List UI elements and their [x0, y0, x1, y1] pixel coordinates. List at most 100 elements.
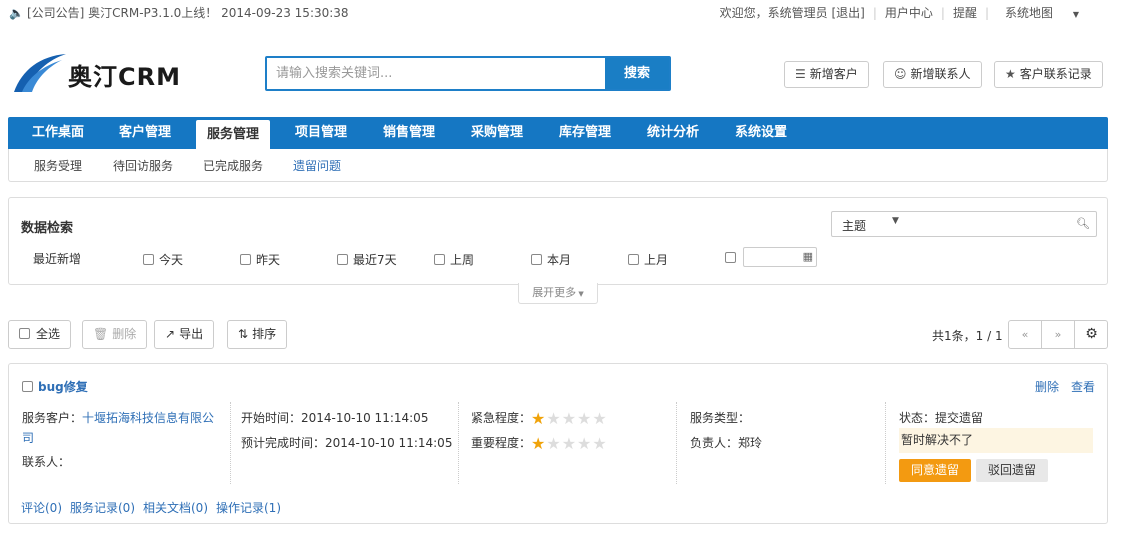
- nav-item-workbench[interactable]: 工作桌面: [21, 117, 95, 149]
- nav-item-customers[interactable]: 客户管理: [108, 117, 182, 149]
- delete-button[interactable]: 🗑︎ 删除: [82, 320, 148, 349]
- pagination-info: 共1条，1 / 1: [932, 329, 1003, 343]
- checkbox[interactable]: [434, 254, 445, 265]
- search-button[interactable]: 搜索: [605, 58, 669, 89]
- customer-link[interactable]: 十堰拓海科技信息有限公: [82, 411, 214, 425]
- filter-option-custom-date[interactable]: [725, 251, 741, 265]
- main-nav: 工作桌面 客户管理 服务管理 项目管理 销售管理 采购管理 库存管理 统计分析 …: [8, 117, 1108, 149]
- sort-label: 排序: [252, 327, 277, 341]
- star-empty-icon: ★: [561, 434, 577, 453]
- record-title-text[interactable]: bug修复: [38, 380, 88, 394]
- subnav-item-completed[interactable]: 已完成服务: [203, 157, 263, 174]
- prev-page-button[interactable]: «: [1009, 321, 1042, 348]
- service-type-field: 服务类型：: [690, 411, 751, 425]
- divider: [458, 402, 459, 484]
- documents-link[interactable]: 相关文档(0): [143, 501, 208, 515]
- checkbox[interactable]: [628, 254, 639, 265]
- subnav-item-pending-visit[interactable]: 待回访服务: [113, 157, 173, 174]
- calendar-icon[interactable]: ▦: [803, 250, 813, 263]
- star-empty-icon: ★: [592, 409, 607, 428]
- nav-item-projects[interactable]: 项目管理: [284, 117, 358, 149]
- trash-icon: 🗑︎: [93, 327, 109, 341]
- nav-item-service[interactable]: 服务管理: [196, 120, 271, 149]
- date-input[interactable]: ▦: [743, 247, 817, 267]
- search-input[interactable]: 请输入搜索关键词...: [267, 58, 605, 89]
- comments-link[interactable]: 评论(0): [21, 501, 62, 515]
- checkbox[interactable]: [22, 381, 33, 392]
- filter-option-last-week[interactable]: 上周: [434, 251, 474, 268]
- sitemap-label: 系统地图: [1005, 6, 1054, 20]
- sub-nav: 服务受理 待回访服务 已完成服务 遗留问题: [8, 149, 1108, 182]
- customer-label: 服务客户：: [22, 411, 83, 425]
- sort-icon: ⇅: [238, 327, 249, 341]
- expand-label: 展开更多: [532, 286, 577, 299]
- next-page-button[interactable]: »: [1042, 321, 1075, 348]
- importance-stars: ★★★★★: [531, 434, 608, 453]
- subnav-item-intake[interactable]: 服务受理: [34, 157, 82, 174]
- select-all-button[interactable]: 全选: [8, 320, 72, 349]
- star-icon: ★: [1005, 67, 1016, 81]
- option-label: 上周: [450, 253, 475, 267]
- customer-link-cont[interactable]: 司: [22, 431, 34, 445]
- field-select-value[interactable]: 主题: [842, 217, 866, 234]
- importance-label: 重要程度：: [471, 436, 532, 450]
- nav-item-purchasing[interactable]: 采购管理: [460, 117, 534, 149]
- reject-button[interactable]: 驳回遗留: [976, 459, 1048, 482]
- export-button[interactable]: ↗ 导出: [154, 320, 215, 349]
- record-delete-link[interactable]: 删除: [1035, 380, 1059, 394]
- sort-button[interactable]: ⇅ 排序: [227, 320, 288, 349]
- add-customer-label: 新增客户: [809, 67, 858, 81]
- reminder-link[interactable]: 提醒: [945, 6, 985, 20]
- star-filled-icon: ★: [531, 434, 546, 453]
- contact-log-button[interactable]: ★ 客户联系记录: [994, 61, 1103, 88]
- contact-field: 联系人：: [22, 455, 71, 469]
- nav-item-statistics[interactable]: 统计分析: [636, 117, 710, 149]
- add-customer-button[interactable]: ☰ 新增客户: [784, 61, 869, 88]
- checkbox[interactable]: [143, 254, 154, 265]
- start-time: 开始时间：2014-10-10 11:14:05: [241, 411, 429, 425]
- record-view-link[interactable]: 查看: [1071, 380, 1095, 394]
- star-empty-icon: ★: [577, 434, 592, 453]
- announcement-text[interactable]: [公司公告] 奥汀CRM-P3.1.0上线！ 2014-09-23 15:30:…: [27, 6, 349, 20]
- logo[interactable]: 奥汀CRM: [12, 52, 182, 94]
- filter-option-this-month[interactable]: 本月: [531, 251, 571, 268]
- top-bar: 🔈 [公司公告] 奥汀CRM-P3.1.0上线！ 2014-09-23 15:30…: [0, 0, 1125, 24]
- checkbox[interactable]: [19, 328, 30, 339]
- option-label: 最近7天: [353, 253, 397, 267]
- service-records-link[interactable]: 服务记录(0): [70, 501, 135, 515]
- filter-option-last7days[interactable]: 最近7天: [337, 251, 397, 268]
- checkbox[interactable]: [725, 252, 736, 263]
- sitemap-link[interactable]: 系统地图 ▼: [989, 6, 1095, 20]
- add-contact-button[interactable]: ☺ 新增联系人: [883, 61, 982, 88]
- caret-down-icon[interactable]: ▼: [892, 216, 899, 226]
- record-title[interactable]: bug修复: [22, 378, 88, 395]
- operation-log-link[interactable]: 操作记录(1): [216, 501, 281, 515]
- filter-option-yesterday[interactable]: 昨天: [240, 251, 280, 268]
- filter-option-today[interactable]: 今天: [143, 251, 183, 268]
- service-record-card: bug修复 删除 查看 服务客户：十堰拓海科技信息有限公司 联系人： 开始时间：2…: [8, 363, 1108, 524]
- field-search-select[interactable]: 主题 ▼ 🔍︎: [831, 211, 1097, 237]
- nav-item-settings[interactable]: 系统设置: [724, 117, 798, 149]
- nav-item-sales[interactable]: 销售管理: [372, 117, 446, 149]
- checkbox[interactable]: [240, 254, 251, 265]
- speaker-icon: 🔈: [9, 6, 24, 20]
- welcome-logout[interactable]: 欢迎您，系统管理员 [退出]: [712, 6, 873, 20]
- approve-button[interactable]: 同意遗留: [899, 459, 971, 482]
- export-label: 导出: [179, 327, 204, 341]
- search-icon[interactable]: 🔍︎: [1076, 217, 1090, 230]
- user-center-link[interactable]: 用户中心: [877, 6, 941, 20]
- checkbox[interactable]: [337, 254, 348, 265]
- divider: [676, 402, 677, 484]
- subnav-item-outstanding[interactable]: 遗留问题: [293, 157, 341, 174]
- logo-swoosh-icon: [14, 54, 66, 92]
- checkbox[interactable]: [531, 254, 542, 265]
- filter-option-last-month[interactable]: 上月: [628, 251, 668, 268]
- divider: [885, 402, 886, 484]
- urgency-field: 紧急程度：★★★★★: [471, 409, 608, 427]
- gear-icon[interactable]: ⚙: [1075, 321, 1108, 348]
- customer-field: 服务客户：十堰拓海科技信息有限公司: [22, 408, 214, 448]
- nav-item-inventory[interactable]: 库存管理: [548, 117, 622, 149]
- user-icon: ☺: [894, 67, 907, 81]
- announcement[interactable]: 🔈 [公司公告] 奥汀CRM-P3.1.0上线！ 2014-09-23 15:30…: [9, 4, 349, 21]
- expand-more-toggle[interactable]: 展开更多 ▼: [518, 283, 598, 304]
